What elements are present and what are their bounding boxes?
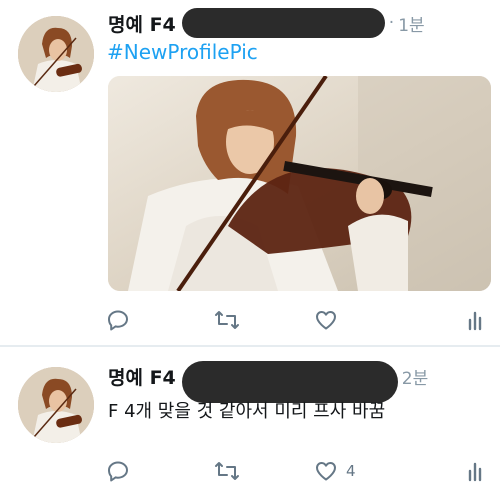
retweet-button[interactable] (213, 457, 241, 485)
tweet[interactable]: 명예 F4 · 1분 #NewProfilePic (0, 0, 500, 346)
tweet-text: F 4개 맞을 것 같아서 미리 프사 바꿈 (108, 401, 386, 422)
like-count: 4 (346, 462, 356, 480)
like-button[interactable] (314, 306, 346, 334)
analytics-button[interactable] (467, 306, 483, 334)
timestamp[interactable]: 1분 (398, 11, 424, 36)
analytics-icon (467, 459, 483, 483)
analytics-button[interactable] (467, 457, 483, 485)
avatar-image (18, 367, 94, 443)
retweet-button[interactable] (213, 306, 241, 334)
hashtag-link[interactable]: #NewProfilePic (107, 40, 258, 64)
retweet-icon (213, 308, 241, 332)
tweet-actions: 4 (0, 457, 500, 485)
reply-button[interactable] (106, 457, 130, 485)
reply-icon (106, 459, 130, 483)
tweet[interactable]: 명예 F4 2분 F 4개 맞을 것 같아서 미리 프사 바꿈 4 (0, 347, 500, 493)
avatar[interactable] (18, 367, 94, 443)
display-name[interactable]: 명예 F4 (108, 10, 176, 37)
reply-button[interactable] (106, 306, 130, 334)
display-name[interactable]: 명예 F4 (108, 363, 176, 390)
heart-icon (314, 308, 338, 332)
like-button[interactable]: 4 (314, 457, 356, 485)
avatar[interactable] (18, 16, 94, 92)
tweet-actions (0, 306, 500, 334)
timestamp[interactable]: 2분 (402, 364, 428, 389)
photo-image (108, 76, 491, 291)
reply-icon (106, 308, 130, 332)
tweet-header: 명예 F4 · 1분 (108, 8, 425, 38)
separator: · (388, 13, 395, 33)
tweet-media-photo[interactable] (108, 76, 491, 291)
heart-icon (314, 459, 338, 483)
retweet-icon (213, 459, 241, 483)
redacted-handle (181, 8, 385, 38)
avatar-image (18, 16, 94, 92)
analytics-icon (467, 308, 483, 332)
tweet-header: 명예 F4 2분 (108, 361, 428, 403)
